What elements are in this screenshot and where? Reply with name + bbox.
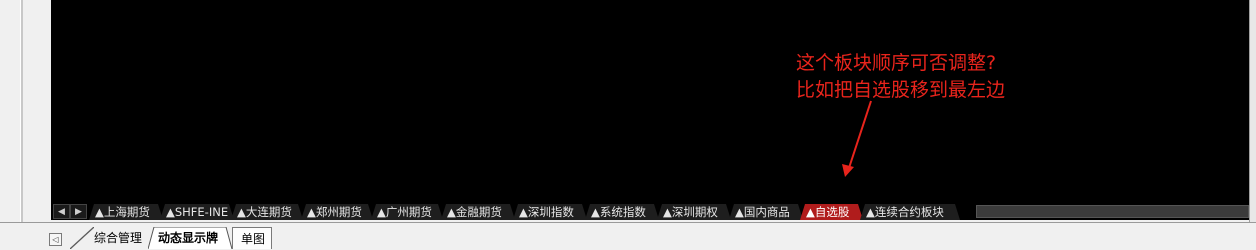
sheet-tab-shfe-ine[interactable]: ▲SHFE-INE bbox=[160, 204, 234, 220]
sheet-tab-shenzhen-options[interactable]: ▲深圳期权 bbox=[657, 204, 731, 220]
sheet-tab-zhengzhou-futures[interactable]: ▲郑州期货 bbox=[301, 204, 373, 220]
page-tab-single-chart[interactable]: 单图 bbox=[232, 227, 272, 249]
page-tab-overview[interactable]: 综合管理 bbox=[70, 227, 152, 249]
sheet-prev-button[interactable]: ◀ bbox=[53, 204, 70, 219]
sheet-tab-dalian-futures[interactable]: ▲大连期货 bbox=[231, 204, 303, 220]
left-frame-edge bbox=[0, 0, 23, 224]
horizontal-scrollbar[interactable] bbox=[976, 205, 1249, 218]
triangle-right-icon: ▶ bbox=[75, 207, 82, 217]
annotation-line-1: 这个板块顺序可否调整? bbox=[796, 52, 997, 74]
sheet-tab-watchlist[interactable]: ▲自选股 bbox=[800, 204, 863, 220]
sheet-tab-guangzhou-futures[interactable]: ▲广州期货 bbox=[371, 204, 443, 220]
bottom-page-tab-strip: ◁ 综合管理 动态显示牌 单图 bbox=[0, 222, 1256, 249]
sheet-next-button[interactable]: ▶ bbox=[70, 204, 87, 219]
page-scroll-left-button[interactable]: ◁ bbox=[49, 233, 62, 246]
right-scrollbar-edge[interactable] bbox=[1249, 0, 1256, 224]
triangle-left-icon: ◁ bbox=[52, 235, 59, 244]
sheet-tab-continuous-contracts[interactable]: ▲连续合约板块 bbox=[860, 204, 960, 220]
triangle-left-icon: ◀ bbox=[58, 207, 65, 217]
sheet-tab-domestic-commodities[interactable]: ▲国内商品 bbox=[729, 204, 803, 220]
annotation-line-2: 比如把自选股移到最左边 bbox=[796, 79, 1006, 101]
sheet-tab-system-index[interactable]: ▲系统指数 bbox=[585, 204, 659, 220]
quote-board-panel[interactable] bbox=[51, 0, 1249, 203]
active-page-tab-outline bbox=[148, 227, 232, 249]
sheet-tab-shanghai-futures[interactable]: ▲上海期货 bbox=[89, 204, 163, 220]
sheet-tab-bar: ◀ ▶ ▲上海期货 ▲SHFE-INE ▲大连期货 ▲郑州期货 ▲广州期货 ▲金… bbox=[51, 203, 1249, 220]
sheet-tab-financial-futures[interactable]: ▲金融期货 bbox=[441, 204, 515, 220]
sheet-tab-shenzhen-index[interactable]: ▲深圳指数 bbox=[513, 204, 587, 220]
annotation-text: 这个板块顺序可否调整? 比如把自选股移到最左边 bbox=[796, 50, 1005, 104]
